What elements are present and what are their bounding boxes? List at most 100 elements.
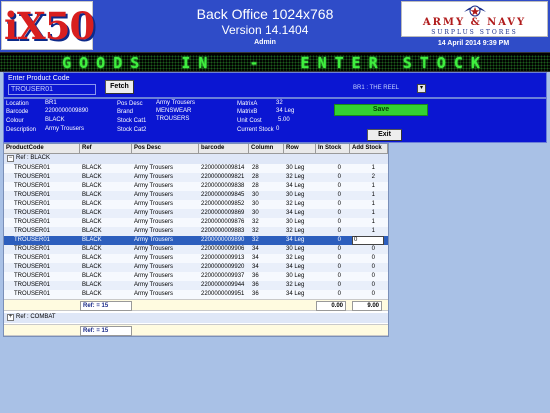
fetch-button[interactable]: Fetch [105,80,134,94]
stock-cat1-label: Stock Cat1 [117,118,147,124]
cell-pos-desc: Army Trousers [134,255,174,261]
table-row[interactable]: TROUSER01 BLACK Army Trousers 2200000009876… [4,218,388,227]
cell-pos-desc: Army Trousers [134,201,174,207]
cell-row: 32 Leg [286,282,305,288]
cell-in-stock: 0 [337,273,341,279]
column-header-row[interactable]: Row [284,144,316,154]
column-header-productcode[interactable]: ProductCode [4,144,80,154]
expand-icon[interactable]: + [7,314,14,321]
table-row[interactable]: TROUSER01 BLACK Army Trousers 2200000009814… [4,164,388,173]
cell-in-stock: 0 [337,246,341,252]
matrix-a-label: MatrixA [237,101,258,107]
barcode-label: Barcode [6,109,29,115]
group-row-black[interactable]: − Ref : BLACK [4,154,388,164]
table-row[interactable]: TROUSER01 BLACK Army Trousers 2200000009920… [4,263,388,272]
app-header: iX50 Back Office 1024x768 Version 14.140… [0,0,550,52]
description-label: Description [6,127,37,133]
column-header-column[interactable]: Column [249,144,284,154]
cell-in-stock: 0 [337,201,341,207]
cell-ref: BLACK [82,228,102,234]
cell-add-stock: 0 [371,291,375,297]
product-code-input[interactable]: TROUSER01 [8,84,96,95]
cell-ref: BLACK [82,219,102,225]
cell-row: 30 Leg [286,192,305,198]
cell-pos-desc: Army Trousers [134,165,174,171]
location-select-value: BR1 : THE REEL [353,85,399,91]
app-title: Back Office 1024x768 [196,6,334,22]
cell-row: 34 Leg [286,291,305,297]
collapse-icon[interactable]: − [7,155,14,162]
cell-barcode: 2200000009906 [201,246,245,252]
table-row[interactable]: TROUSER01 BLACK Army Trousers 2200000009906… [4,245,388,254]
table-row[interactable]: TROUSER01 BLACK Army Trousers 2200000009913… [4,254,388,263]
column-header-in-stock[interactable]: In Stock [316,144,350,154]
cell-ref: BLACK [82,165,102,171]
cell-row: 30 Leg [286,246,305,252]
cell-column: 36 [252,273,259,279]
cell-pos-desc: Army Trousers [134,237,174,243]
column-header-pos-desc[interactable]: Pos Desc [132,144,199,154]
cell-add-stock: 1 [371,228,375,234]
matrix-b-value: 34 Leg [276,108,295,114]
cell-add-stock: 1 [371,210,375,216]
stock-grid: ProductCode Ref Pos Desc barcode Column … [3,143,389,337]
cell-add-stock: 1 [371,183,375,189]
cell-in-stock: 0 [337,174,341,180]
cell-add-stock: 1 [371,219,375,225]
cell-add-stock: 0 [371,255,375,261]
table-row[interactable]: TROUSER01 BLACK Army Trousers 2200000009852… [4,200,388,209]
exit-button[interactable]: Exit [367,129,402,141]
column-header-add-stock[interactable]: Add Stock [350,144,388,154]
cell-in-stock: 0 [337,228,341,234]
group-row-combat[interactable]: + Ref : COMBAT [4,313,388,323]
cell-add-stock: 0 [371,246,375,252]
group-label: Ref : COMBAT [16,314,56,320]
cell-add-stock: 1 [371,201,375,207]
cell-column: 32 [252,228,259,234]
barcode-value: 2200000009890 [45,108,89,114]
save-button[interactable]: Save [334,104,428,116]
table-row[interactable]: TROUSER01 BLACK Army Trousers 2200000009944… [4,281,388,290]
cell-product-code: TROUSER01 [14,264,51,270]
location-select[interactable]: BR1 : THE REEL ▾ [347,84,426,94]
datetime-display: 14 April 2014 9:39 PM [437,40,510,47]
cell-pos-desc: Army Trousers [134,273,174,279]
add-stock-edit-input[interactable]: 0 [352,236,384,245]
cell-row: 34 Leg [286,183,305,189]
table-row[interactable]: TROUSER01 BLACK Army Trousers 2200000009821… [4,173,388,182]
table-row[interactable]: TROUSER01 BLACK Army Trousers 2200000009937… [4,272,388,281]
cell-row: 34 Leg [286,237,305,243]
matrix-a-value: 32 [276,100,283,106]
unit-cost-value: 5.00 [278,117,290,123]
cell-add-stock: 2 [371,174,375,180]
cell-barcode: 2200000009883 [201,228,245,234]
table-row[interactable]: TROUSER01 BLACK Army Trousers 2200000009883… [4,227,388,236]
description-value: Army Trousers [45,126,85,132]
cell-barcode: 2200000009821 [201,174,245,180]
chevron-down-icon[interactable]: ▾ [417,84,426,93]
colour-label: Colour [6,118,24,124]
army-navy-logo: ARMY & NAVY SURPLUS STORES [401,1,548,37]
cell-column: 30 [252,210,259,216]
cell-in-stock: 0 [337,255,341,261]
table-row[interactable]: TROUSER01 BLACK Army Trousers 2200000009838… [4,182,388,191]
pos-desc-value: Army Trousers [156,100,196,106]
column-header-ref[interactable]: Ref [80,144,132,154]
product-code-label: Enter Product Code [8,75,70,82]
table-row[interactable]: TROUSER01 BLACK Army Trousers 2200000009890… [4,236,388,245]
column-header-barcode[interactable]: barcode [199,144,249,154]
cell-column: 36 [252,282,259,288]
cell-barcode: 2200000009951 [201,291,245,297]
cell-barcode: 2200000009852 [201,201,245,207]
brand-name: ARMY & NAVY [422,17,527,28]
cell-pos-desc: Army Trousers [134,210,174,216]
cell-barcode: 2200000009913 [201,255,245,261]
table-row[interactable]: TROUSER01 BLACK Army Trousers 2200000009869… [4,209,388,218]
cell-column: 36 [252,291,259,297]
cell-in-stock: 0 [337,237,341,243]
table-row[interactable]: TROUSER01 BLACK Army Trousers 2200000009845… [4,191,388,200]
cell-barcode: 2200000009814 [201,165,245,171]
table-row[interactable]: TROUSER01 BLACK Army Trousers 2200000009951… [4,290,388,299]
cell-ref: BLACK [82,246,102,252]
cell-pos-desc: Army Trousers [134,183,174,189]
